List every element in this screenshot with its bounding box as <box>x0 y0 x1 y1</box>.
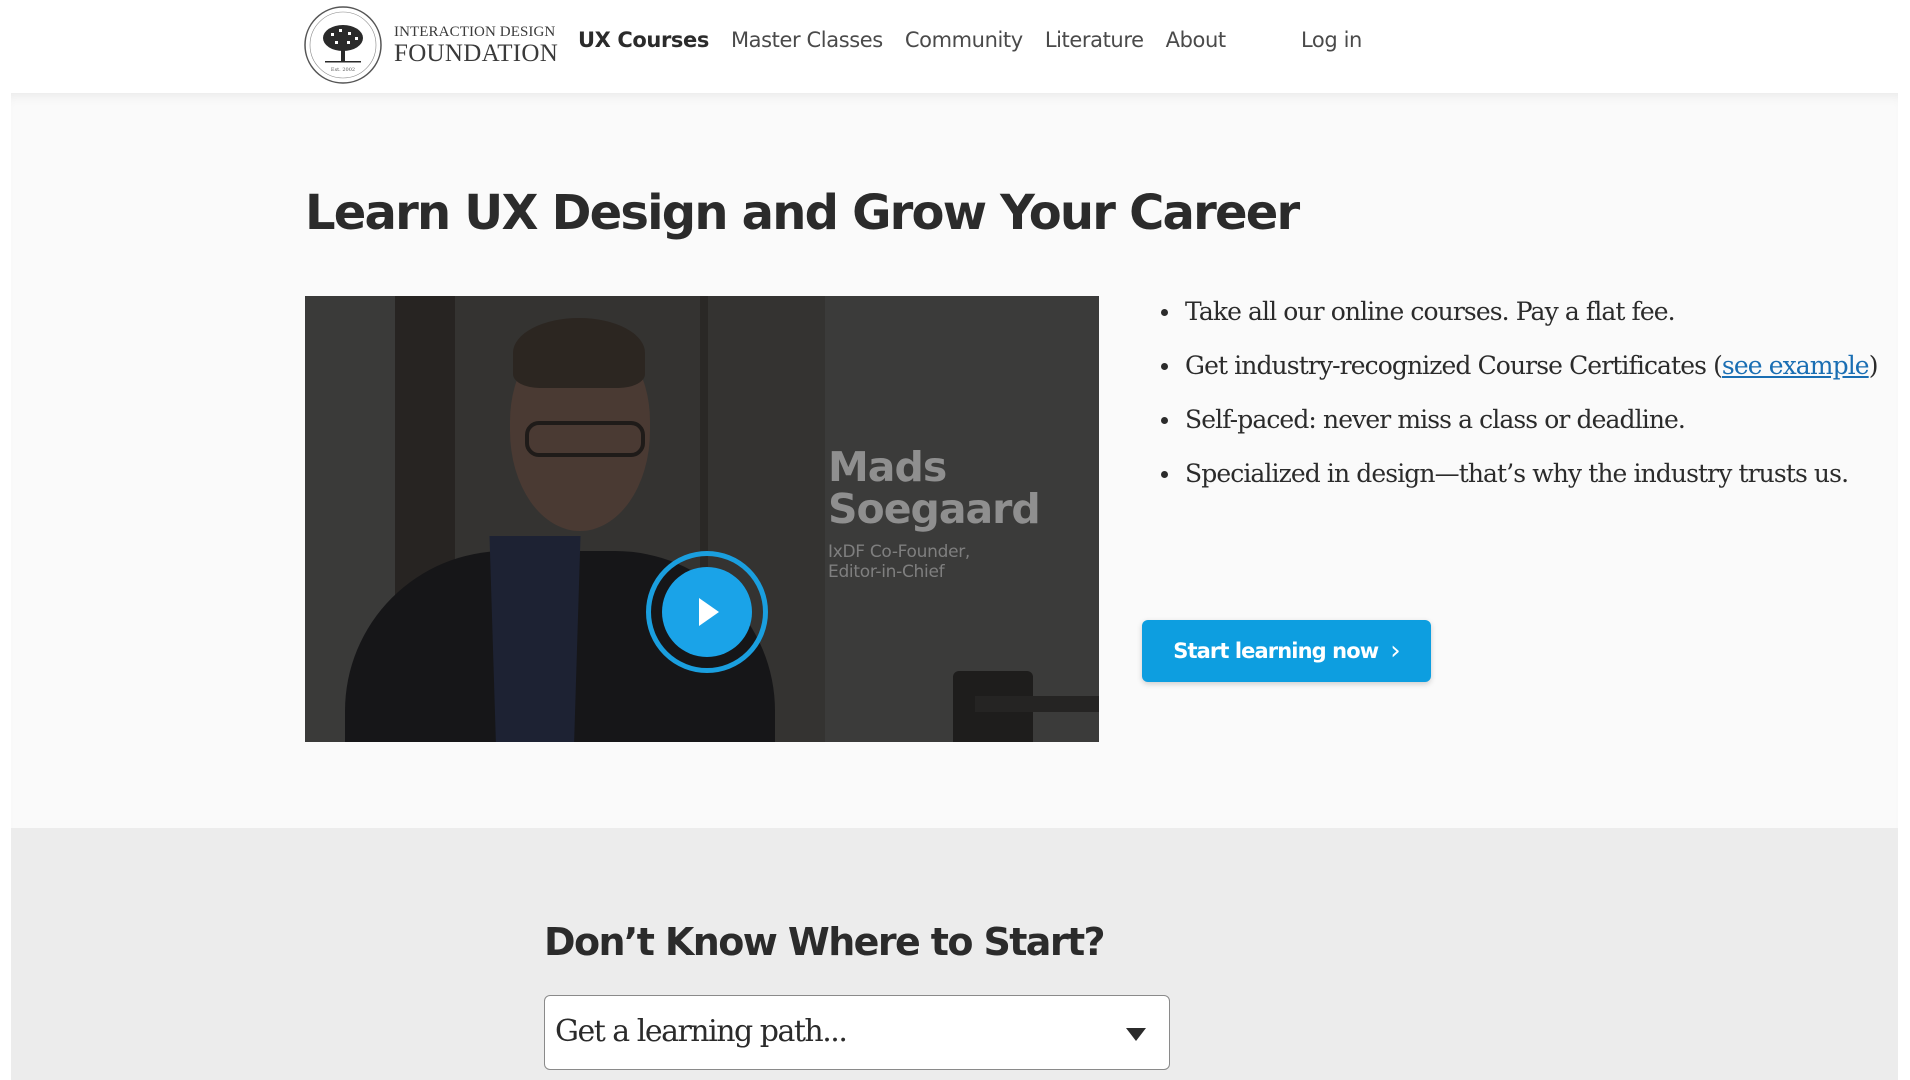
logo-link[interactable]: Est. 2002 INTERACTION DESIGN FOUNDATION <box>303 5 558 85</box>
speaker-figure <box>513 318 645 388</box>
nav-community[interactable]: Community <box>905 28 1023 52</box>
chevron-right-icon: › <box>1390 636 1400 666</box>
speaker-figure <box>525 421 645 457</box>
start-learning-label: Start learning now <box>1173 639 1379 663</box>
speaker-name: Mads Soegaard <box>828 443 1041 533</box>
nav-literature[interactable]: Literature <box>1045 28 1144 52</box>
login-link[interactable]: Log in <box>1301 28 1362 52</box>
nav-master-classes[interactable]: Master Classes <box>731 28 883 52</box>
play-icon <box>699 598 719 626</box>
learning-path-section: Don’t Know Where to Start? Get a learnin… <box>11 828 1898 1080</box>
benefit-text: ) <box>1868 351 1879 380</box>
speaker-role-line1: IxDF Co-Founder, <box>828 542 971 562</box>
list-item: Get industry-recognized Course Certifica… <box>1147 344 1878 387</box>
hero-section: Learn UX Design and Grow Your Career Mad… <box>11 93 1898 828</box>
speaker-name-first: Mads <box>828 443 947 491</box>
caret-down-icon <box>1126 1028 1146 1041</box>
nav-ux-courses[interactable]: UX Courses <box>578 28 709 52</box>
logo-line1: INTERACTION DESIGN <box>394 23 556 40</box>
benefit-text: Get industry-recognized Course Certifica… <box>1185 351 1723 380</box>
svg-text:Est. 2002: Est. 2002 <box>331 67 355 73</box>
site-header: Est. 2002 INTERACTION DESIGN FOUNDATION … <box>0 0 1910 93</box>
section-title: Don’t Know Where to Start? <box>544 920 1106 964</box>
list-item: Take all our online courses. Pay a flat … <box>1147 290 1878 333</box>
list-item: Specialized in design—that’s why the ind… <box>1147 452 1878 495</box>
speaker-role-line2: Editor-in-Chief <box>828 562 945 582</box>
select-value: Get a learning path... <box>555 1014 848 1049</box>
start-learning-button[interactable]: Start learning now › <box>1142 620 1431 682</box>
page-title: Learn UX Design and Grow Your Career <box>305 185 1300 241</box>
benefit-text: Take all our online courses. Pay a flat … <box>1185 297 1676 326</box>
list-item: Self-paced: never miss a class or deadli… <box>1147 398 1878 441</box>
see-example-link[interactable]: see example <box>1722 351 1870 380</box>
video-background <box>975 696 1099 712</box>
main-nav: UX Courses Master Classes Community Lite… <box>578 28 1248 52</box>
nav-about[interactable]: About <box>1166 28 1226 52</box>
logo-line2: FOUNDATION <box>394 39 559 67</box>
logo-wordmark: INTERACTION DESIGN FOUNDATION <box>394 23 559 67</box>
intro-video[interactable]: Mads Soegaard IxDF Co-Founder, Editor-in… <box>305 296 1099 742</box>
benefit-text: Specialized in design—that’s why the ind… <box>1185 459 1849 488</box>
benefit-text: Self-paced: never miss a class or deadli… <box>1185 405 1686 434</box>
play-button[interactable] <box>646 551 768 673</box>
tree-logo-icon: Est. 2002 <box>304 6 382 84</box>
speaker-role: IxDF Co-Founder, Editor-in-Chief <box>828 542 970 582</box>
learning-path-select[interactable]: Get a learning path... <box>544 995 1170 1070</box>
benefits-list: Take all our online courses. Pay a flat … <box>1147 290 1878 506</box>
speaker-name-last: Soegaard <box>828 485 1041 533</box>
